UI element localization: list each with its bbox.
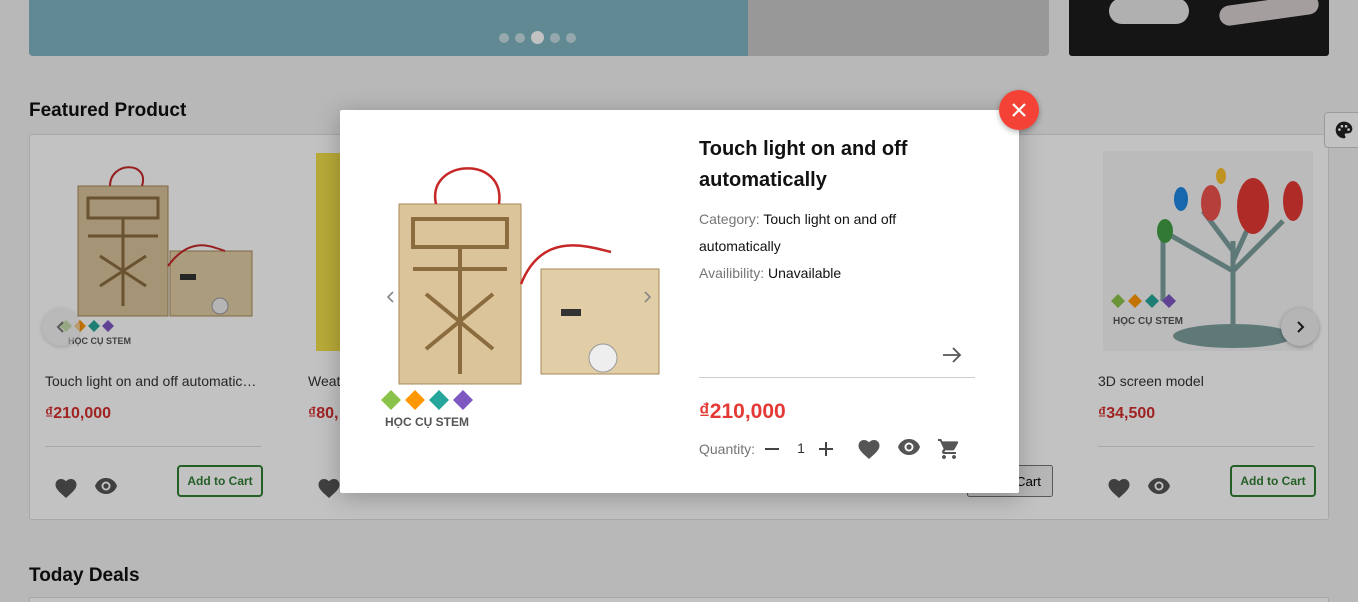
minus-icon [765,448,779,450]
svg-text:HỌC CỤ STEM: HỌC CỤ STEM [385,415,469,429]
product-main-image: HỌC CỤ STEM [371,134,669,434]
chevron-left-icon [386,291,394,303]
add-to-cart-cart-icon[interactable] [937,437,961,461]
modal-product-title: Touch light on and off automatically [699,138,908,191]
quick-view-modal: HỌC CỤ STEM Touch light on and off autom… [340,110,1019,493]
quick-view-eye-icon[interactable] [897,438,921,456]
quantity-value[interactable]: 1 [793,440,809,456]
view-details-button[interactable] [941,346,963,364]
quantity-decrease-button[interactable] [764,441,780,457]
close-icon [1012,103,1026,117]
quantity-label: Quantity: [699,441,756,457]
gallery-prev-button[interactable] [385,290,397,304]
modal-close-button[interactable] [999,90,1039,130]
product-gallery[interactable]: HỌC CỤ STEM [371,134,669,434]
quantity-increase-button[interactable] [818,441,834,457]
gallery-next-button[interactable] [641,290,653,304]
wishlist-heart-icon[interactable] [857,438,881,460]
product-category: Category: Touch light on and off automat… [699,206,969,260]
plus-icon [819,442,833,456]
product-availability: Availibility: Unavailable [699,260,969,287]
divider [699,377,975,378]
chevron-right-icon [644,291,652,303]
availability-label: Availibility: [699,265,765,281]
modal-product-price: ₫210,000 [699,400,786,423]
category-label: Category: [699,211,760,227]
arrow-right-icon [943,347,962,363]
availability-value: Unavailable [768,265,842,281]
